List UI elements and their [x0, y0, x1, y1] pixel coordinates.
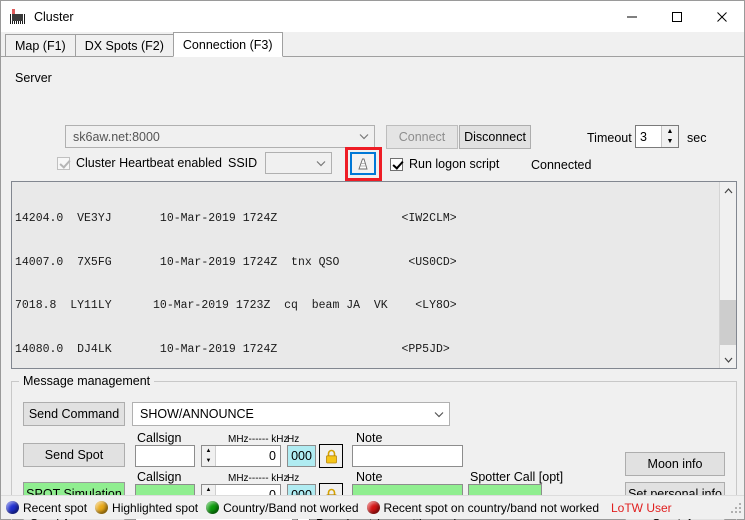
run-logon-script-label: Run logon script	[409, 157, 500, 171]
cluster-heartbeat-label: Cluster Heartbeat enabled	[76, 156, 222, 170]
maximize-icon[interactable]	[654, 1, 699, 32]
cluster-log-panel: 14204.0 VE3YJ 10-Mar-2019 1724Z <IW2CLM>…	[11, 181, 737, 369]
legend-item-country-band-not-worked: Country/Band not worked	[206, 500, 359, 515]
command-combo[interactable]: SHOW/ANNOUNCE	[132, 402, 450, 426]
spotter-call-label: Spotter Call [opt]	[470, 470, 564, 484]
spot-lock-button[interactable]	[319, 444, 343, 468]
spin-up-icon[interactable]: ▲	[202, 446, 215, 456]
log-scrollbar[interactable]	[719, 182, 736, 368]
connection-status-text: Connected	[531, 158, 592, 172]
sec-label: sec	[687, 131, 707, 145]
lotw-user-label: LoTW User	[611, 500, 672, 515]
checkbox-box	[57, 156, 70, 170]
send-spot-label: Send Spot	[44, 448, 104, 462]
message-management-title: Message management	[19, 374, 155, 388]
spot-note-label: Note	[356, 431, 383, 445]
cluster-window: Cluster Map (F1) DX Spots (F2) Connectio…	[0, 0, 745, 520]
legend-dot-icon	[206, 501, 220, 514]
server-label: Server	[15, 71, 52, 85]
moon-info-button[interactable]: Moon info	[625, 452, 725, 476]
spin-up-icon[interactable]: ▲	[662, 126, 678, 137]
window-title: Cluster	[34, 9, 74, 24]
legend-dot-icon	[6, 501, 19, 514]
connection-panel: Server sk6aw.net:8000 Connect Disconnect…	[1, 57, 744, 520]
send-command-label: Send Command	[28, 407, 120, 421]
log-line[interactable]: 14204.0 VE3YJ 10-Mar-2019 1724Z <IW2CLM>	[12, 212, 719, 227]
spot-callsign-input[interactable]	[135, 445, 195, 467]
scrollbar-thumb[interactable]	[720, 300, 736, 345]
run-logon-script-checkbox[interactable]: Run logon script	[390, 157, 499, 171]
edit-script-icon	[358, 158, 368, 169]
spot-hz-value: 000	[291, 449, 312, 463]
legend-dot-icon	[366, 501, 380, 514]
resize-grip-icon[interactable]	[730, 501, 742, 514]
tab-connection[interactable]: Connection (F3)	[172, 32, 283, 57]
tab-strip: Map (F1) DX Spots (F2) Connection (F3)	[1, 32, 744, 57]
status-bar: Recent spot Highlighted spot Country/Ban…	[1, 495, 744, 519]
spot-frequency-value: 0	[269, 449, 276, 463]
legend-label: Highlighted spot	[112, 500, 199, 515]
spot-frequency-stepper[interactable]: ▲ ▼ 0	[201, 445, 281, 467]
sim-note-label: Note	[356, 470, 383, 484]
disconnect-label: Disconnect	[464, 130, 526, 144]
legend-item-highlighted-spot: Highlighted spot	[95, 501, 198, 515]
command-value: SHOW/ANNOUNCE	[140, 407, 254, 421]
send-spot-button[interactable]: Send Spot	[23, 443, 125, 467]
spin-up-icon[interactable]: ▲	[202, 485, 215, 495]
spin-down-icon[interactable]: ▼	[662, 137, 678, 148]
title-bar: Cluster	[1, 1, 744, 32]
chevron-up-icon[interactable]	[720, 182, 736, 199]
timeout-spin-buttons[interactable]: ▲ ▼	[661, 126, 678, 147]
ssid-combo[interactable]	[265, 152, 332, 174]
cluster-heartbeat-checkbox[interactable]: Cluster Heartbeat enabled	[57, 156, 222, 170]
sim-hz-label: Hz	[287, 473, 300, 484]
legend-item-recent-spot: Recent spot	[6, 501, 87, 515]
window-controls	[609, 1, 744, 32]
legend-label: Country/Band not worked	[223, 500, 359, 515]
lock-icon	[325, 449, 337, 463]
spin-down-icon[interactable]: ▼	[202, 456, 215, 466]
spot-callsign-label: Callsign	[137, 431, 182, 445]
tab-dx-spots[interactable]: DX Spots (F2)	[74, 34, 174, 56]
spot-freq-spin-buttons[interactable]: ▲ ▼	[202, 446, 216, 466]
cluster-log-list[interactable]: 14204.0 VE3YJ 10-Mar-2019 1724Z <IW2CLM>…	[12, 182, 719, 368]
spot-note-input[interactable]	[352, 445, 463, 467]
cluster-app-icon	[10, 8, 26, 25]
timeout-value: 3	[640, 129, 647, 144]
connect-label: Connect	[398, 130, 446, 144]
checkbox-box	[390, 157, 403, 171]
sim-freq-units-label: MHz------ kHz	[228, 473, 289, 484]
chevron-down-icon[interactable]	[354, 126, 374, 147]
tab-map[interactable]: Map (F1)	[5, 34, 76, 56]
legend-label: Recent spot on country/band not worked	[383, 500, 599, 515]
log-line[interactable]: 14080.0 DJ4LK 10-Mar-2019 1724Z <PP5JD>	[12, 343, 719, 358]
server-value: sk6aw.net:8000	[73, 129, 160, 144]
send-command-button[interactable]: Send Command	[23, 402, 125, 426]
spot-freq-units-label: MHz------ kHz	[228, 434, 289, 445]
spot-hz-label: Hz	[287, 434, 300, 445]
legend-label: Recent spot	[23, 500, 88, 515]
legend-dot-icon	[95, 501, 109, 514]
chevron-down-icon[interactable]	[720, 351, 736, 368]
timeout-stepper[interactable]: 3 ▲ ▼	[635, 125, 679, 148]
scrollbar-track[interactable]	[720, 199, 736, 351]
log-line[interactable]: 7018.8 LY11LY 10-Mar-2019 1723Z cq beam …	[12, 299, 719, 314]
server-combo[interactable]: sk6aw.net:8000	[65, 125, 375, 148]
close-icon[interactable]	[699, 1, 744, 32]
ssid-label: SSID	[228, 156, 258, 170]
chevron-down-icon[interactable]	[311, 153, 331, 173]
minimize-icon[interactable]	[609, 1, 654, 32]
moon-info-label: Moon info	[647, 457, 703, 471]
connect-button[interactable]: Connect	[386, 125, 458, 149]
timeout-label: Timeout	[587, 131, 632, 145]
disconnect-button[interactable]: Disconnect	[459, 125, 531, 149]
legend-item-recent-spot-not-worked: Recent spot on country/band not worked	[366, 500, 599, 515]
chevron-down-icon[interactable]	[429, 403, 449, 425]
edit-script-icon-button[interactable]	[350, 152, 376, 175]
spot-hz-input[interactable]: 000	[287, 445, 316, 467]
log-line[interactable]: 14007.0 7X5FG 10-Mar-2019 1724Z tnx QSO …	[12, 256, 719, 271]
sim-callsign-label: Callsign	[137, 470, 182, 484]
